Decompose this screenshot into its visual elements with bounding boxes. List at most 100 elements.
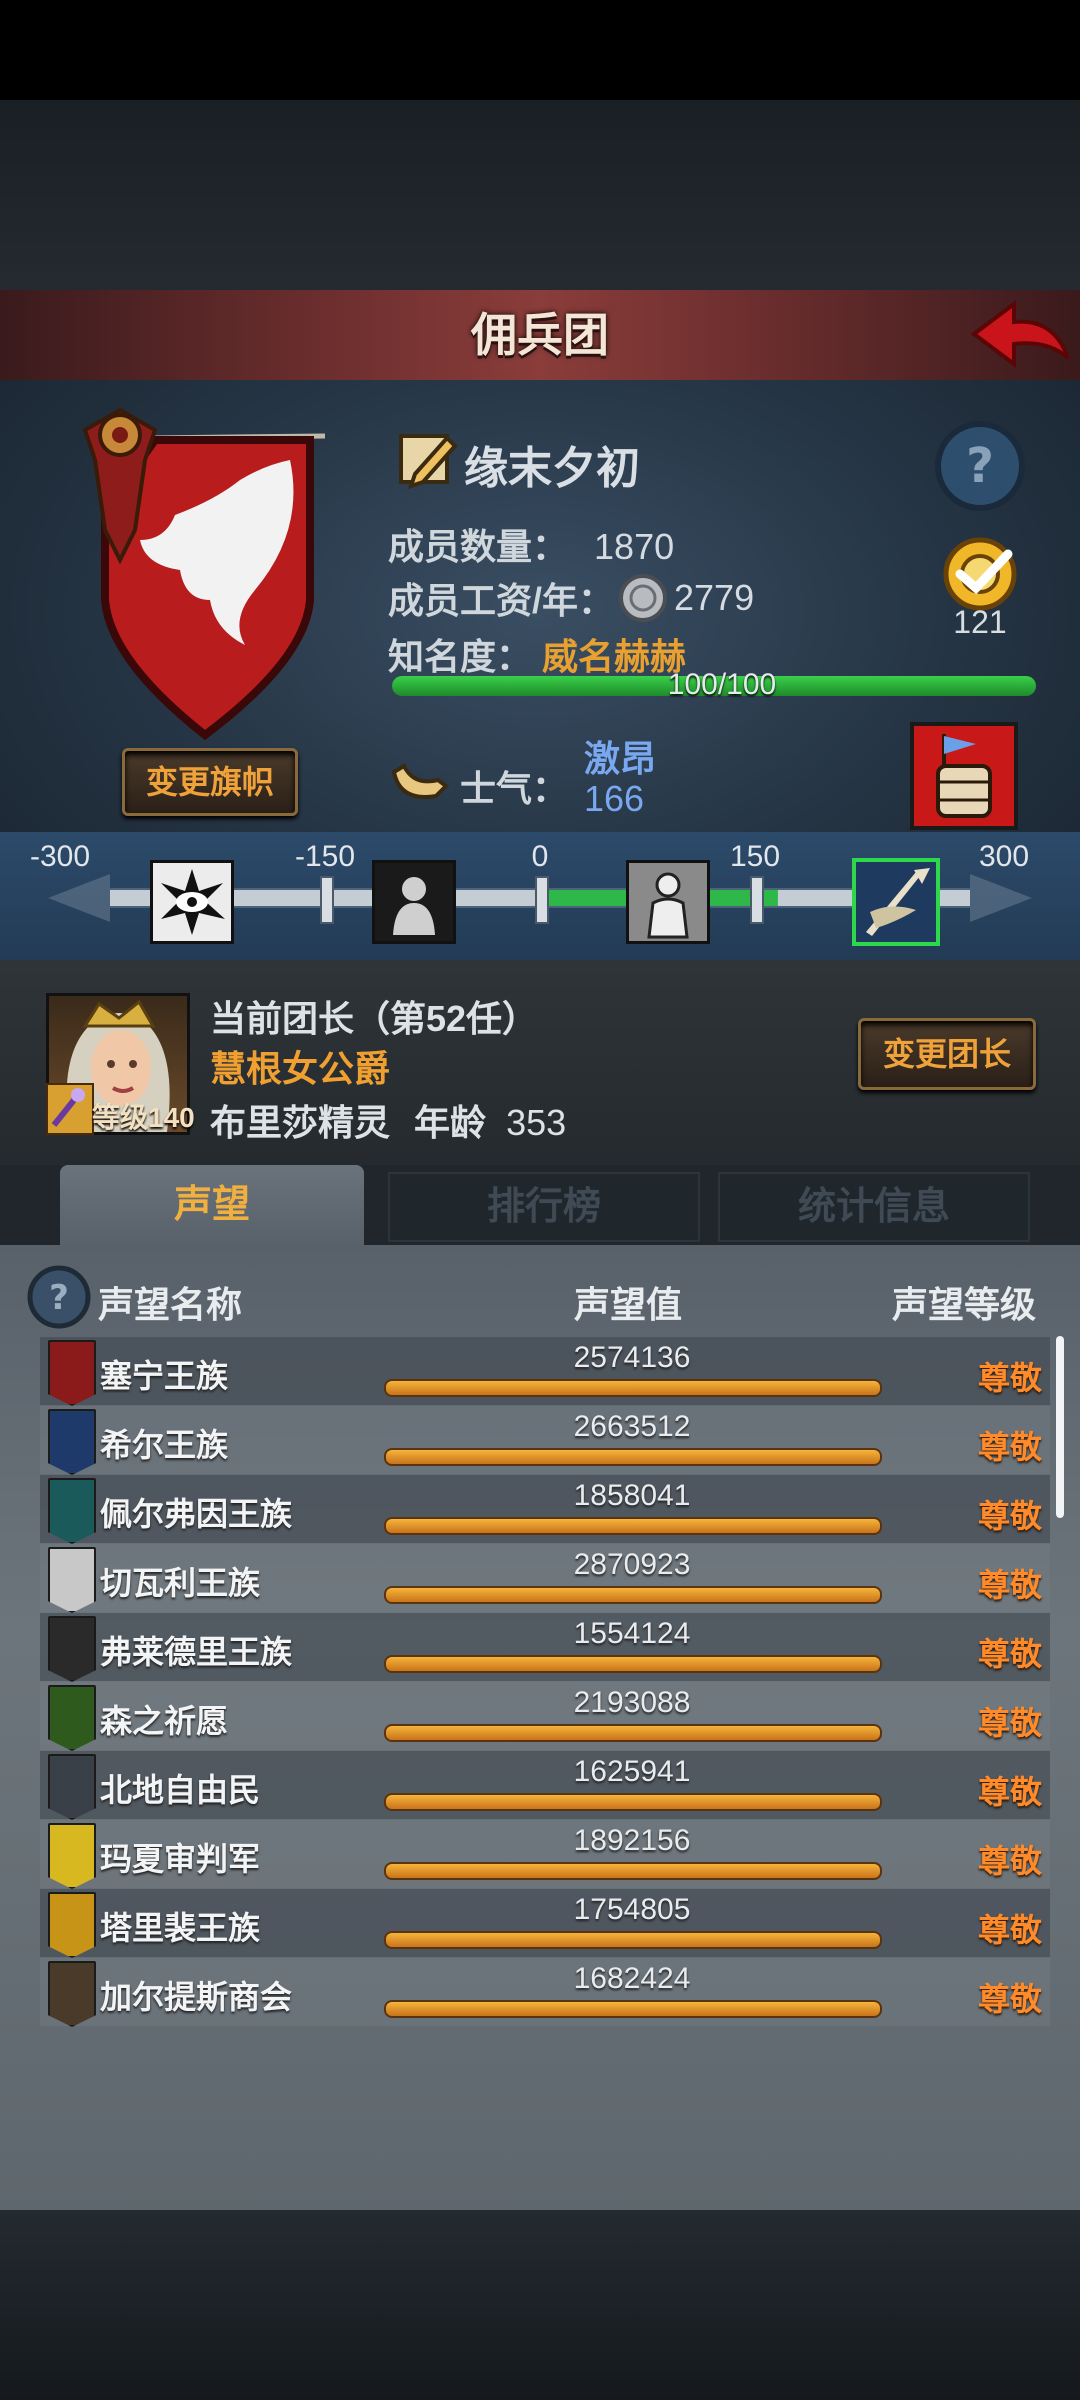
reputation-bar [384, 2000, 882, 2018]
morale-effect-button[interactable] [910, 722, 1018, 830]
scale-tick-mark [535, 876, 549, 924]
reputation-value: 1754805 [573, 1893, 691, 1926]
guild-name: 缘末夕初 [464, 444, 640, 493]
list-scrollbar[interactable] [1056, 1336, 1064, 1518]
white-banner-icon [48, 1547, 96, 1613]
charge-banner-icon [866, 868, 930, 936]
faction-name: 希尔王族 [100, 1427, 229, 1463]
top-black-bar [0, 0, 1080, 100]
crying-figure-icon [393, 877, 435, 935]
reputation-value: 2663512 [573, 1410, 691, 1443]
column-header-name: 声望名称 [98, 1284, 243, 1325]
change-leader-button[interactable]: 变更团长 [858, 1018, 1036, 1090]
dark-banner-icon [48, 1616, 96, 1682]
reputation-level: 尊敬 [978, 1429, 1043, 1465]
scale-tick-label: -150 [294, 840, 356, 873]
eye-burst-icon [161, 869, 225, 935]
bottom-background [0, 2210, 1080, 2400]
faction-name: 玛夏审判军 [100, 1841, 261, 1877]
staff-icon [51, 1088, 85, 1127]
morale-stage-normal[interactable] [626, 860, 710, 944]
reputation-level: 尊敬 [978, 1636, 1043, 1672]
leader-level: 等级140 [92, 1096, 195, 1136]
svg-text:?: ? [966, 438, 994, 494]
morale-stage-high[interactable] [852, 858, 940, 946]
scale-tick-label: -300 [29, 840, 91, 873]
green-banner-icon [48, 1685, 96, 1751]
reputation-bar [384, 1724, 882, 1742]
leader-name: 慧根女公爵 [210, 1048, 391, 1089]
leader-info-row: 布里莎精灵 年龄 353 [210, 1094, 566, 1146]
morale-stage-low[interactable] [372, 860, 456, 944]
salary-row: 成员工资/年： 2779 [388, 572, 754, 624]
change-banner-button[interactable]: 变更旗帜 [122, 748, 298, 816]
reputation-bar [384, 1448, 882, 1466]
barrel-icon [936, 734, 992, 818]
reputation-level: 尊敬 [978, 1567, 1043, 1603]
reputation-value: 1625941 [573, 1755, 691, 1788]
reputation-value: 1682424 [573, 1962, 691, 1995]
reputation-bar [384, 1655, 882, 1673]
standing-figure-icon [647, 872, 689, 939]
reputation-bar [384, 1862, 882, 1880]
reputation-value: 2574136 [573, 1341, 691, 1374]
silver-coin-icon [619, 574, 668, 622]
members-label: 成员数量： [388, 526, 569, 567]
fame-progress-text: 100/100 [667, 668, 777, 701]
reputation-bar [384, 1517, 882, 1535]
faction-name: 佩尔弗因王族 [100, 1496, 293, 1532]
badge-count: 121 [953, 604, 1007, 640]
reputation-value: 1892156 [573, 1824, 691, 1857]
morale-stage-despair[interactable] [150, 860, 234, 944]
yellow-black-banner-icon [48, 1823, 96, 1889]
reputation-level: 尊敬 [978, 1774, 1043, 1810]
reputation-level: 尊敬 [978, 1705, 1043, 1741]
reputation-bar [384, 1586, 882, 1604]
tab-leaderboard[interactable]: 排行榜 [388, 1172, 700, 1242]
gold-banner-icon [48, 1892, 96, 1958]
salary-value: 2779 [674, 577, 755, 618]
reputation-bar [384, 1793, 882, 1811]
target-check-icon [943, 537, 1017, 611]
tab-statistics[interactable]: 统计信息 [718, 1172, 1030, 1242]
blue-banner-icon [48, 1409, 96, 1475]
members-row: 成员数量： 1870 [388, 518, 674, 570]
gray-banner-icon [48, 1754, 96, 1820]
leader-level-value: 140 [148, 1102, 195, 1133]
edit-name-button[interactable] [395, 428, 459, 492]
reputation-level: 尊敬 [978, 1360, 1043, 1396]
back-button[interactable] [966, 296, 1076, 374]
leader-race: 布里莎精灵 [210, 1102, 391, 1143]
morale-value: 166 [584, 778, 645, 819]
faction-name: 切瓦利王族 [100, 1565, 261, 1601]
salary-label: 成员工资/年： [388, 580, 615, 621]
scale-tick-label: 300 [978, 840, 1030, 873]
leader-class-icon [46, 1083, 94, 1135]
reputation-level: 尊敬 [978, 1912, 1043, 1948]
upper-background [0, 100, 1080, 290]
faction-name: 森之祈愿 [100, 1703, 229, 1739]
leader-level-label: 等级 [92, 1102, 149, 1133]
guild-banner[interactable] [55, 390, 335, 741]
reputation-help-button[interactable]: ? [26, 1264, 92, 1330]
members-value: 1870 [594, 526, 675, 567]
scale-tick-label: 0 [531, 840, 549, 873]
reputation-bar [384, 1931, 882, 1949]
reputation-value: 1858041 [573, 1479, 691, 1512]
faction-name: 塞宁王族 [100, 1358, 229, 1394]
red-banner-icon [48, 1340, 96, 1406]
tab-reputation[interactable]: 声望 [60, 1165, 364, 1245]
reputation-value: 1554124 [573, 1617, 691, 1650]
faction-name: 塔里裴王族 [100, 1910, 261, 1946]
reputation-value: 2870923 [573, 1548, 691, 1581]
pencil-icon [399, 434, 458, 490]
question-mark-icon: ? [27, 1265, 91, 1329]
leader-age: 353 [506, 1102, 567, 1143]
reputation-value: 2193088 [573, 1686, 691, 1719]
morale-status: 激昂 [584, 738, 657, 779]
morale-horn-icon [390, 752, 450, 812]
help-button[interactable]: ? [934, 420, 1026, 512]
svg-text:?: ? [49, 1278, 69, 1318]
scale-tick-label: 150 [729, 840, 781, 873]
question-mark-icon: ? [935, 421, 1025, 511]
